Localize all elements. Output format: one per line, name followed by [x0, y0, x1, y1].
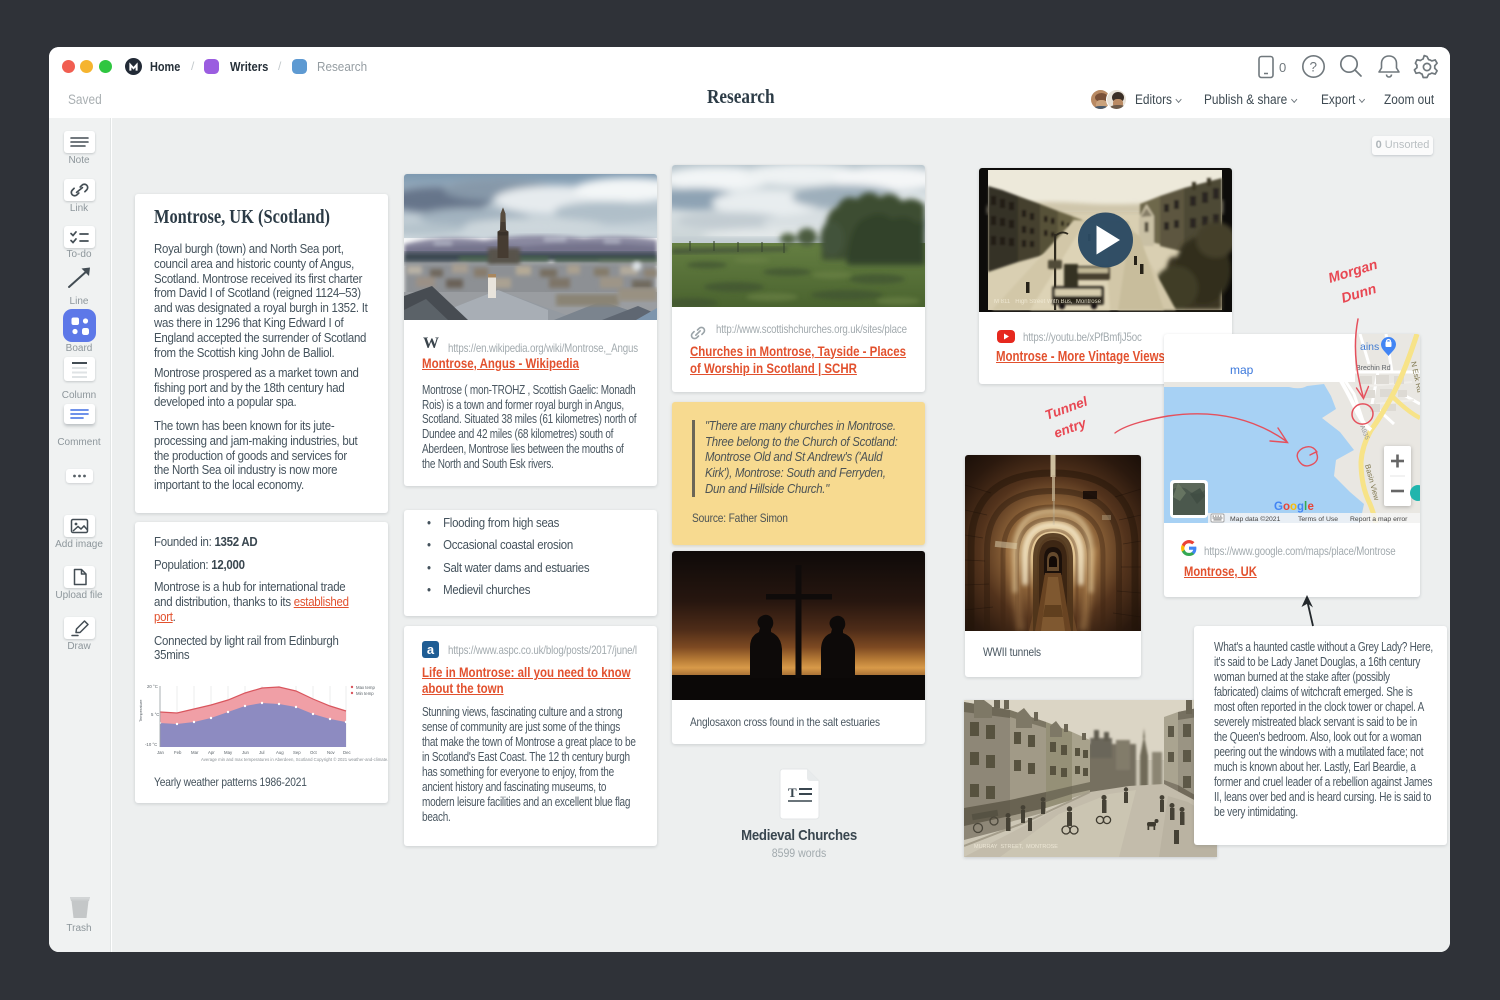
svg-text:Sep: Sep — [293, 750, 301, 755]
svg-text:Jul: Jul — [259, 750, 265, 755]
svg-text:Average min and max temperatur: Average min and max temperatures in Aber… — [201, 757, 388, 762]
svg-text:Terms of Use: Terms of Use — [1298, 516, 1338, 523]
svg-text:Map data ©2021: Map data ©2021 — [1230, 515, 1281, 523]
svg-text:g: g — [1297, 501, 1304, 513]
svg-text:Dunn: Dunn — [1339, 280, 1378, 306]
svg-text:o: o — [1290, 501, 1297, 513]
svg-text:e: e — [1308, 501, 1314, 513]
svg-text:Aug: Aug — [276, 750, 284, 755]
svg-text:Dec: Dec — [343, 750, 351, 755]
svg-text:Jun: Jun — [242, 750, 250, 755]
svg-text:T: T — [788, 785, 797, 800]
svg-text:MURRAY STREET, MONTROSE: MURRAY STREET, MONTROSE — [974, 844, 1058, 850]
svg-text:Feb: Feb — [174, 750, 182, 755]
svg-text:0: 0 — [1279, 60, 1286, 75]
svg-text:-10 °C: -10 °C — [145, 742, 157, 747]
svg-text:Nov: Nov — [327, 750, 335, 755]
svg-text:Max temp: Max temp — [356, 685, 375, 690]
svg-text:G: G — [1274, 501, 1283, 513]
svg-text:o: o — [1283, 501, 1290, 513]
svg-text:Min temp: Min temp — [356, 691, 374, 696]
svg-text:Apr: Apr — [208, 750, 215, 755]
svg-text:5 °C: 5 °C — [151, 712, 159, 717]
svg-text:Oct: Oct — [310, 750, 317, 755]
svg-text:May: May — [224, 750, 233, 755]
svg-text:20 °C: 20 °C — [147, 684, 158, 689]
svg-text:Jan: Jan — [157, 750, 165, 755]
svg-text:?: ? — [1310, 60, 1318, 75]
svg-text:Mar: Mar — [191, 750, 199, 755]
svg-text:Temperature: Temperature — [138, 699, 143, 722]
svg-text:Report a map error: Report a map error — [1350, 516, 1408, 523]
